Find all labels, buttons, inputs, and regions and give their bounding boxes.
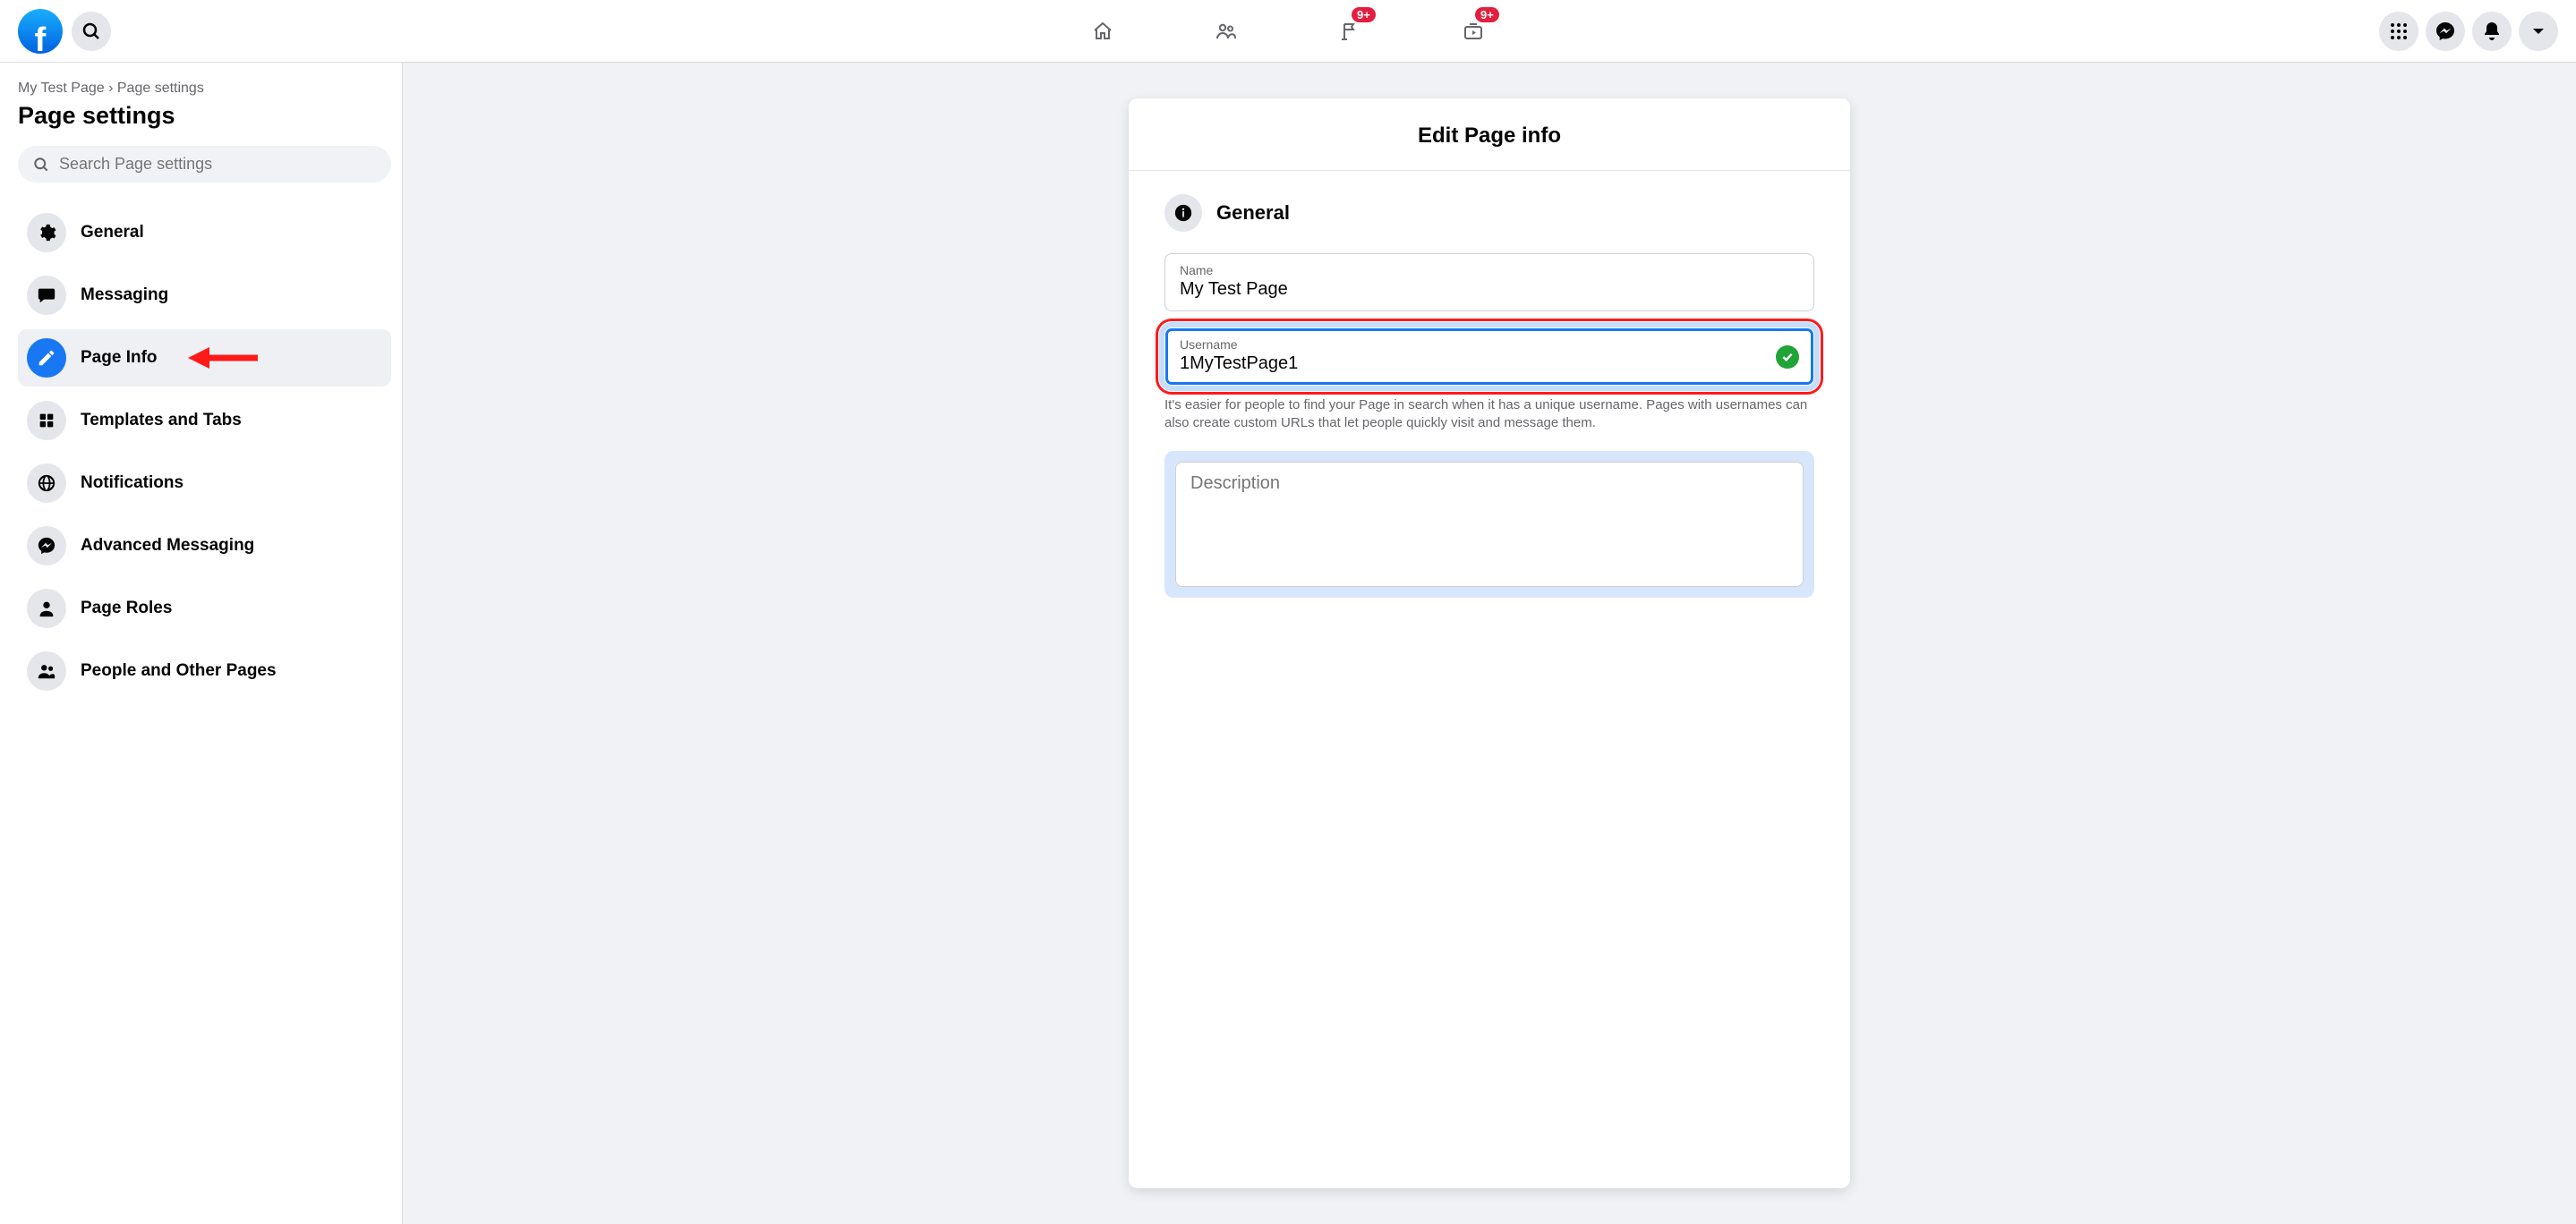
name-input[interactable] bbox=[1180, 279, 1799, 300]
description-field[interactable] bbox=[1175, 462, 1804, 587]
chat-icon bbox=[37, 285, 56, 305]
sidebar-item-notifications[interactable]: Notifications bbox=[18, 455, 391, 512]
page-body: My Test Page › Page settings Page settin… bbox=[0, 63, 2576, 1224]
description-input[interactable] bbox=[1190, 473, 1788, 575]
sidebar-item-label: Templates and Tabs bbox=[81, 411, 242, 430]
messenger-icon bbox=[2435, 21, 2456, 42]
name-field[interactable]: Name bbox=[1164, 253, 1814, 311]
facebook-logo[interactable]: f bbox=[18, 9, 63, 54]
section-general: General Name Username It's easier for pe… bbox=[1129, 171, 1850, 598]
person-icon bbox=[37, 599, 56, 618]
grid-icon bbox=[2388, 21, 2410, 42]
breadcrumb-page-link[interactable]: My Test Page bbox=[18, 81, 105, 96]
check-icon bbox=[1776, 345, 1799, 369]
info-icon bbox=[1164, 194, 1202, 232]
breadcrumb-current: Page settings bbox=[117, 81, 204, 96]
facebook-f-icon: f bbox=[35, 23, 47, 57]
username-field[interactable]: Username bbox=[1164, 327, 1814, 386]
pencil-icon bbox=[37, 348, 56, 368]
sidebar-item-messaging[interactable]: Messaging bbox=[18, 267, 391, 324]
section-title: General bbox=[1216, 201, 1290, 225]
top-nav-left: f bbox=[18, 9, 111, 54]
flag-icon bbox=[1339, 21, 1361, 42]
nav-tab-home[interactable] bbox=[1081, 0, 1124, 62]
breadcrumb: My Test Page › Page settings bbox=[18, 81, 391, 97]
sidebar-search-input[interactable] bbox=[59, 155, 377, 174]
sidebar-item-label: Page Info bbox=[81, 348, 158, 368]
menu-button[interactable] bbox=[2379, 12, 2418, 51]
messenger-icon bbox=[37, 536, 56, 556]
top-nav-tabs: 9+ 9+ bbox=[1081, 0, 1495, 62]
people-icon bbox=[37, 661, 56, 681]
friends-icon bbox=[1215, 21, 1237, 42]
sidebar: My Test Page › Page settings Page settin… bbox=[0, 63, 403, 1224]
nav-tab-pages[interactable]: 9+ bbox=[1328, 0, 1371, 62]
notifications-button[interactable] bbox=[2472, 12, 2512, 51]
sidebar-item-label: Page Roles bbox=[81, 599, 172, 618]
top-nav: f 9+ 9+ bbox=[0, 0, 2576, 63]
account-button[interactable] bbox=[2519, 12, 2558, 51]
top-nav-right bbox=[2379, 12, 2558, 51]
sidebar-item-templates-tabs[interactable]: Templates and Tabs bbox=[18, 392, 391, 449]
pages-badge: 9+ bbox=[1352, 7, 1376, 22]
sidebar-item-label: People and Other Pages bbox=[81, 661, 277, 681]
card-title: Edit Page info bbox=[1138, 123, 1841, 149]
username-helper: It's easier for people to find your Page… bbox=[1164, 396, 1814, 433]
main: Edit Page info General Name Username bbox=[403, 63, 2576, 1224]
nav-tab-friends[interactable] bbox=[1205, 0, 1248, 62]
nav-tab-watch[interactable]: 9+ bbox=[1452, 0, 1495, 62]
sidebar-item-label: Advanced Messaging bbox=[81, 536, 254, 556]
sidebar-item-label: Messaging bbox=[81, 285, 168, 305]
globe-icon bbox=[37, 473, 56, 493]
name-label: Name bbox=[1180, 263, 1799, 277]
search-icon bbox=[81, 21, 102, 42]
username-input[interactable] bbox=[1180, 353, 1799, 374]
sidebar-item-general[interactable]: General bbox=[18, 204, 391, 261]
sidebar-item-people-pages[interactable]: People and Other Pages bbox=[18, 642, 391, 700]
home-icon bbox=[1092, 21, 1113, 42]
username-label: Username bbox=[1180, 337, 1799, 352]
description-field-wrap bbox=[1164, 451, 1814, 598]
bell-icon bbox=[2481, 21, 2503, 42]
annotation-arrow-icon bbox=[188, 343, 260, 373]
watch-icon bbox=[1463, 21, 1484, 42]
sidebar-item-label: Notifications bbox=[81, 473, 183, 493]
breadcrumb-sep: › bbox=[108, 81, 113, 96]
sidebar-item-page-roles[interactable]: Page Roles bbox=[18, 580, 391, 637]
sidebar-search[interactable] bbox=[18, 146, 391, 183]
sidebar-item-advanced-messaging[interactable]: Advanced Messaging bbox=[18, 517, 391, 574]
messenger-button[interactable] bbox=[2426, 12, 2465, 51]
search-button[interactable] bbox=[72, 12, 111, 51]
gear-icon bbox=[37, 223, 56, 242]
sidebar-item-label: General bbox=[81, 223, 144, 242]
search-icon bbox=[32, 156, 50, 174]
edit-page-info-card: Edit Page info General Name Username bbox=[1129, 98, 1850, 1188]
sidebar-title: Page settings bbox=[18, 102, 391, 130]
sidebar-item-page-info[interactable]: Page Info bbox=[18, 329, 391, 387]
caret-down-icon bbox=[2528, 21, 2549, 42]
grid-icon bbox=[37, 411, 56, 430]
watch-badge: 9+ bbox=[1475, 7, 1499, 22]
